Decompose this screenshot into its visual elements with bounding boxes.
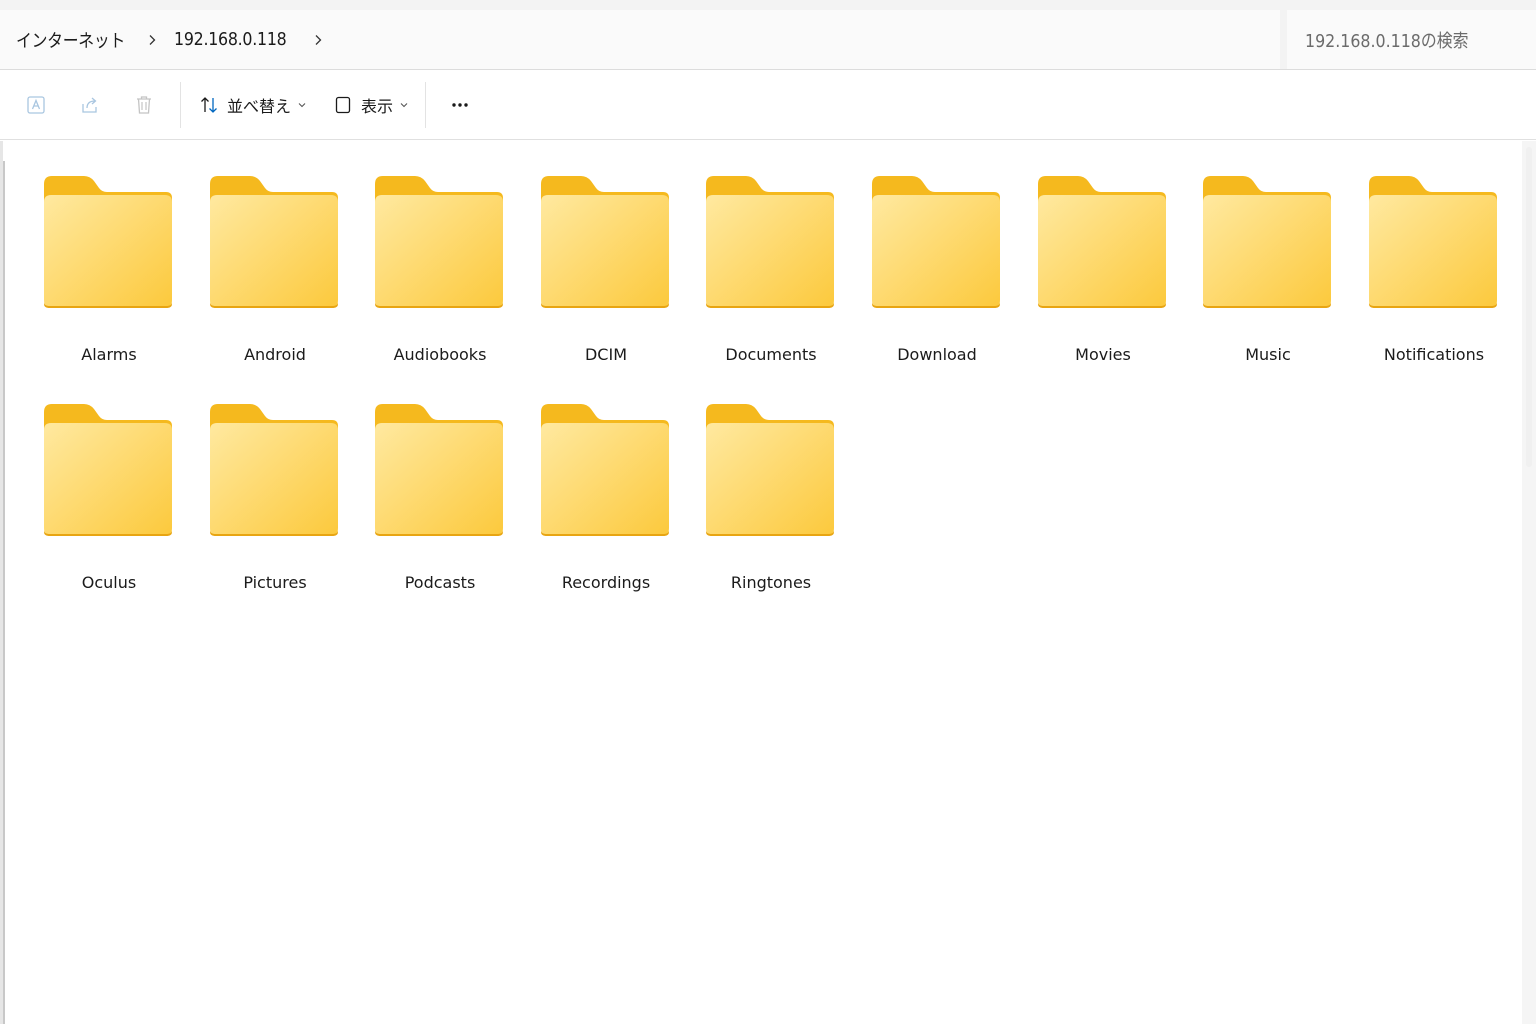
folder-label: Documents [725, 345, 817, 364]
folder-item-alarms[interactable]: Alarms [26, 171, 192, 381]
folder-icon [1369, 176, 1497, 308]
folder-item-movies[interactable]: Movies [1020, 171, 1186, 381]
folder-icon [541, 176, 669, 308]
sort-label: 並べ替え [227, 96, 292, 116]
search-placeholder: 192.168.0.118の検索 [1305, 30, 1469, 52]
folder-item-ringtones[interactable]: Ringtones [688, 399, 854, 609]
folder-label: Alarms [81, 345, 137, 364]
folder-label: Movies [1075, 345, 1131, 364]
toolbar-divider [425, 81, 427, 128]
folder-icon [210, 404, 338, 536]
folder-item-pictures[interactable]: Pictures [192, 399, 358, 609]
folder-label: Oculus [81, 573, 137, 592]
search-divider [1280, 10, 1287, 69]
folder-icon [1038, 176, 1166, 308]
more-options-button[interactable] [440, 85, 480, 125]
breadcrumb-item-host[interactable]: 192.168.0.118 [174, 29, 287, 50]
folder-label: Ringtones [730, 573, 812, 592]
title-strip [0, 0, 1536, 10]
folder-item-recordings[interactable]: Recordings [523, 399, 689, 609]
pane-divider[interactable] [3, 161, 5, 1024]
chevron-down-icon [298, 102, 306, 107]
folder-icon [44, 404, 172, 536]
more-icon [452, 102, 468, 107]
folder-label: Podcasts [404, 573, 476, 592]
folder-item-documents[interactable]: Documents [688, 171, 854, 381]
toolbar-divider [180, 81, 181, 128]
folder-icon [706, 404, 834, 536]
breadcrumb-item-internet[interactable]: インターネット [16, 27, 125, 53]
folder-icon [706, 176, 834, 308]
breadcrumb[interactable]: インターネット 192.168.0.118 [0, 10, 1280, 69]
address-bar: インターネット 192.168.0.118 192.168.0.118の検索 [0, 0, 1536, 70]
folder-icon [375, 176, 503, 308]
folder-item-oculus[interactable]: Oculus [26, 399, 192, 609]
folder-label: Audiobooks [393, 345, 487, 364]
folder-label: Music [1245, 345, 1291, 364]
folder-icon [872, 176, 1000, 308]
view-label: 表示 [361, 96, 394, 116]
folder-label: Download [897, 345, 977, 364]
share-icon[interactable] [72, 87, 108, 123]
folder-icon [375, 404, 503, 536]
folder-item-music[interactable]: Music [1185, 171, 1351, 381]
folder-icon [44, 176, 172, 308]
command-bar: 並べ替え 表示 [0, 70, 1536, 140]
delete-icon[interactable] [126, 87, 162, 123]
folder-icon [210, 176, 338, 308]
folder-label: Notifications [1383, 345, 1485, 364]
folder-icon [1203, 176, 1331, 308]
folder-item-android[interactable]: Android [192, 171, 358, 381]
folder-label: Recordings [561, 573, 651, 592]
folder-label: Pictures [243, 573, 307, 592]
sort-button[interactable]: 並べ替え [189, 85, 317, 125]
folder-icon [541, 404, 669, 536]
view-icon [335, 96, 351, 113]
scrollbar-track[interactable] [1526, 147, 1532, 467]
folder-item-audiobooks[interactable]: Audiobooks [357, 171, 523, 381]
chevron-down-icon [400, 102, 408, 107]
chevron-right-icon[interactable] [140, 28, 164, 52]
folder-item-podcasts[interactable]: Podcasts [357, 399, 523, 609]
rename-icon[interactable] [18, 87, 54, 123]
sort-icon [201, 96, 217, 113]
folder-item-download[interactable]: Download [854, 171, 1020, 381]
file-list-pane[interactable]: Alarms Android Audiobooks DCIM Documents… [0, 141, 1536, 1024]
search-input[interactable]: 192.168.0.118の検索 [1287, 10, 1536, 69]
folder-item-dcim[interactable]: DCIM [523, 171, 689, 381]
folder-label: DCIM [584, 345, 627, 364]
folder-item-notifications[interactable]: Notifications [1351, 171, 1517, 381]
chevron-right-icon[interactable] [306, 28, 330, 52]
vertical-scrollbar[interactable] [1522, 141, 1536, 1024]
folder-label: Android [244, 345, 306, 364]
view-button[interactable]: 表示 [323, 85, 419, 125]
